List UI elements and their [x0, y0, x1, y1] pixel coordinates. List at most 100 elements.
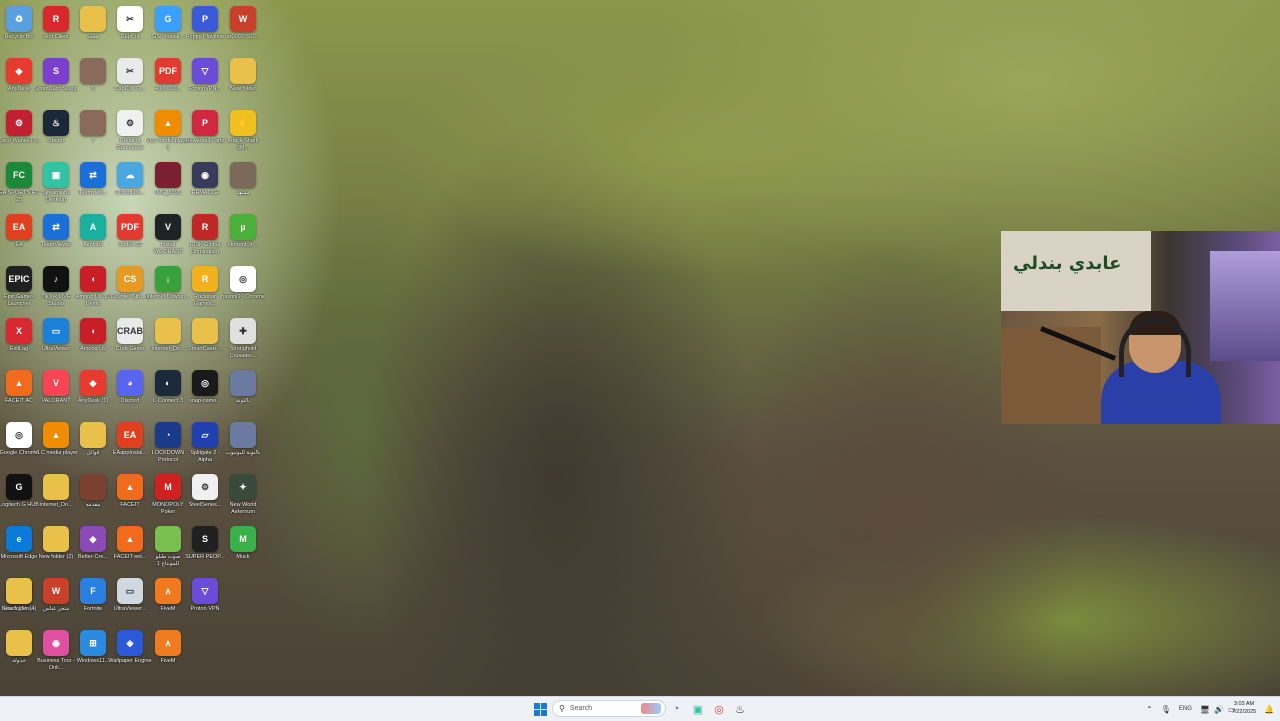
desktop-icon[interactable]: ▲ VLC media player — [34, 419, 78, 471]
desktop-icon[interactable]: ◎ snap-came... — [186, 367, 224, 419]
desktop-icon[interactable]: بالتوبة لليوتيوب — [224, 419, 262, 471]
desktop-icon[interactable]: V Install VALORANT — [149, 211, 187, 263]
desktop-icon[interactable]: ∧ FiveM — [149, 575, 187, 627]
desktop-icon[interactable]: ⊞ Windows11... — [74, 627, 112, 679]
desktop-icon[interactable]: مشهد — [224, 159, 262, 211]
desktop-icon[interactable]: ◎ hasoni1 - Chrome — [221, 263, 265, 315]
desktop-icon[interactable]: ▭ UltraViewer... — [111, 575, 149, 627]
desktop-icon[interactable]: ✂ CapCut — [111, 3, 149, 55]
desktop-icon[interactable]: ◉ REMATCH — [186, 159, 224, 211]
desktop-icon[interactable]: Internet_Do... — [149, 315, 187, 367]
desktop-icon[interactable]: ⚙ Creating Gamebase — [111, 107, 149, 159]
desktop-icon[interactable]: P Poppy Playtime — [186, 3, 224, 55]
desktop-icon[interactable]: ▭ UltraViewer — [37, 315, 75, 367]
desktop-icon[interactable]: ♨ Steam — [37, 107, 75, 159]
taskbar-search[interactable]: ⚲ Search — [552, 700, 666, 717]
desktop-icon[interactable]: P Powerball Party — [186, 107, 224, 159]
desktop-icon[interactable]: W متجر عباس — [37, 575, 75, 627]
desktop-icon[interactable]: ✦ New World Aeternum — [224, 471, 262, 523]
desktop-icon[interactable]: New folder (4) — [0, 575, 38, 627]
desktop-icon[interactable]: قوائل — [74, 419, 112, 471]
desktop-icon[interactable]: ▲ FACEIT — [111, 471, 149, 523]
desktop-icon[interactable]: ✂ CapCut 71... — [111, 55, 149, 107]
desktop-icon[interactable]: G Logitech G HUB — [0, 471, 39, 523]
desktop-icon[interactable]: ◐ L-Connect 3 — [149, 367, 187, 419]
desktop-icon[interactable]: 7 — [74, 107, 112, 159]
desktop-icon[interactable]: A Aimlabs — [74, 211, 112, 263]
network-icon[interactable]: 🖥 — [1200, 705, 1210, 714]
desktop-icon[interactable]: S SUPER PEOP... — [185, 523, 225, 575]
desktop-icon[interactable]: بالتوبة — [224, 367, 262, 419]
desktop-icon[interactable]: War0002 ISO... — [224, 3, 262, 55]
desktop-icon[interactable]: X ExitLag — [0, 315, 38, 367]
desktop-icon[interactable]: New folder (2) — [37, 523, 75, 575]
desktop-icon[interactable]: EA EA — [0, 211, 38, 263]
language-indicator[interactable]: ENG — [1179, 706, 1192, 712]
desktop-icon[interactable]: ▲ VLC media player 1 — [146, 107, 190, 159]
desktop-icon[interactable]: ◖ Among Us 3D Demo — [74, 263, 112, 315]
desktop-icon[interactable]: ◆ AnyDesk — [0, 55, 38, 107]
desktop-icon[interactable]: جدولة — [0, 627, 38, 679]
desktop-icon[interactable]: S SmartCard Studio — [34, 55, 78, 107]
desktop-icon[interactable]: ▲ FACEIT-set... — [111, 523, 149, 575]
desktop-icon[interactable]: PDF 4000000... — [149, 55, 187, 107]
taskbar-steam-button[interactable]: ♨ — [731, 700, 749, 718]
desktop-icon[interactable]: ◕ Discord — [111, 367, 149, 419]
desktop-icon[interactable]: ∧ FiveM — [149, 627, 187, 679]
desktop-icon[interactable]: ◔ LOCKDOWN Protocol — [149, 419, 187, 471]
desktop-icon[interactable]: CS Counter-Stri... 2 — [111, 263, 149, 315]
notification-bell-icon[interactable]: 🔔 — [1264, 697, 1274, 721]
desktop-icon[interactable]: EPIC Epic Games Launcher — [0, 263, 38, 315]
desktop-icon[interactable]: FC EA SPORTS FC 25 — [0, 159, 39, 211]
desktop-icon[interactable]: R Rockstar Games... — [186, 263, 224, 315]
desktop-icon[interactable]: ▲ FACEIT AC — [0, 367, 38, 419]
taskbar-teams-button[interactable]: ◔ — [667, 700, 685, 718]
desktop-icon[interactable]: R RISK Global Domination — [186, 211, 224, 263]
desktop-icon[interactable]: ▽ ProtonVPN... — [186, 55, 224, 107]
desktop-icon[interactable]: F Fortnite — [74, 575, 112, 627]
desktop-icon[interactable]: ▱ Splitgate 2 - Alpha — [186, 419, 224, 471]
desktop-icon[interactable]: M Muck — [224, 523, 262, 575]
desktop-icon[interactable]: Internet_Do... — [37, 471, 75, 523]
desktop-icon[interactable]: ♪ TikTok LIVE Studio — [37, 263, 75, 315]
desktop-icon[interactable]: ⚡ Attack Shark 3M... — [224, 107, 262, 159]
desktop-icon[interactable]: ⇄ TeamViewer — [37, 211, 75, 263]
microphone-icon[interactable]: 🎙 — [1161, 705, 1171, 714]
desktop-icon[interactable]: ◆ AnyDesk (1) — [74, 367, 112, 419]
desktop-icon[interactable]: R Riot Client — [37, 3, 75, 55]
desktop-icon[interactable]: ♻ Recycle Bin — [0, 3, 38, 55]
taskbar-chrome-button[interactable]: ◎ — [710, 700, 728, 718]
desktop-icon[interactable]: ▣ Streamlabs Desktop — [37, 159, 75, 211]
desktop-icon[interactable]: V VALORANT — [37, 367, 75, 419]
desktop-icon[interactable]: ◖ Among Us — [74, 315, 112, 367]
desktop-icon[interactable]: ⚙ SteelSeries... — [186, 471, 224, 523]
desktop-icon[interactable]: ☁ Cloudflare... — [111, 159, 149, 211]
desktop-icon[interactable]: ⇄ Teamview... — [74, 159, 112, 211]
desktop-icon[interactable]: ↓ Internet Downlo... — [146, 263, 190, 315]
desktop-icon[interactable]: SmartCast+... — [186, 315, 224, 367]
desktop-icon[interactable]: ⚙ Cisco Webex Pl... — [0, 107, 41, 159]
desktop-icon[interactable]: M MONOPOLY Poker — [149, 471, 187, 523]
desktop-icon[interactable]: ◆ Better-Cre... — [74, 523, 112, 575]
volume-icon[interactable]: 🔊 — [1214, 705, 1224, 714]
desktop-icon[interactable]: µ utorrent_in... — [224, 211, 262, 263]
desktop-icon[interactable]: IMG_8398 — [149, 159, 187, 211]
desktop-icon[interactable]: e Microsoft Edge — [0, 523, 38, 575]
desktop-icon[interactable]: EA EAappInstal... — [111, 419, 149, 471]
start-button[interactable] — [531, 700, 549, 718]
desktop-icon[interactable]: G GSP install... — [149, 3, 187, 55]
desktop-icon[interactable]: 6 — [74, 55, 112, 107]
desktop-icon[interactable]: New folder — [224, 55, 262, 107]
desktop-icon[interactable]: ◎ Google Chrome — [0, 419, 38, 471]
desktop-icon[interactable]: مقدمه — [74, 471, 112, 523]
desktop-icon[interactable]: CRAB Crab Game — [111, 315, 149, 367]
taskbar-clock[interactable]: 3:03 AM 7/22/2025 — [1228, 700, 1260, 716]
desktop-icon[interactable]: PDF Codex 32 — [111, 211, 149, 263]
desktop-icon[interactable]: ◈ Wallpaper Engine — [108, 627, 152, 679]
desktop-icon[interactable]: مجلد — [74, 3, 112, 55]
chevron-up-icon[interactable]: ⌃ — [1146, 705, 1153, 714]
taskbar-streamlabs-button[interactable]: ▣ — [689, 700, 707, 718]
desktop-icon[interactable]: ✚ Stronghold Crusader... — [224, 315, 262, 367]
desktop-icon[interactable]: ◉ Business Tour - Onli... — [37, 627, 75, 679]
desktop-icon[interactable]: ▽ Proton VPN — [186, 575, 224, 627]
